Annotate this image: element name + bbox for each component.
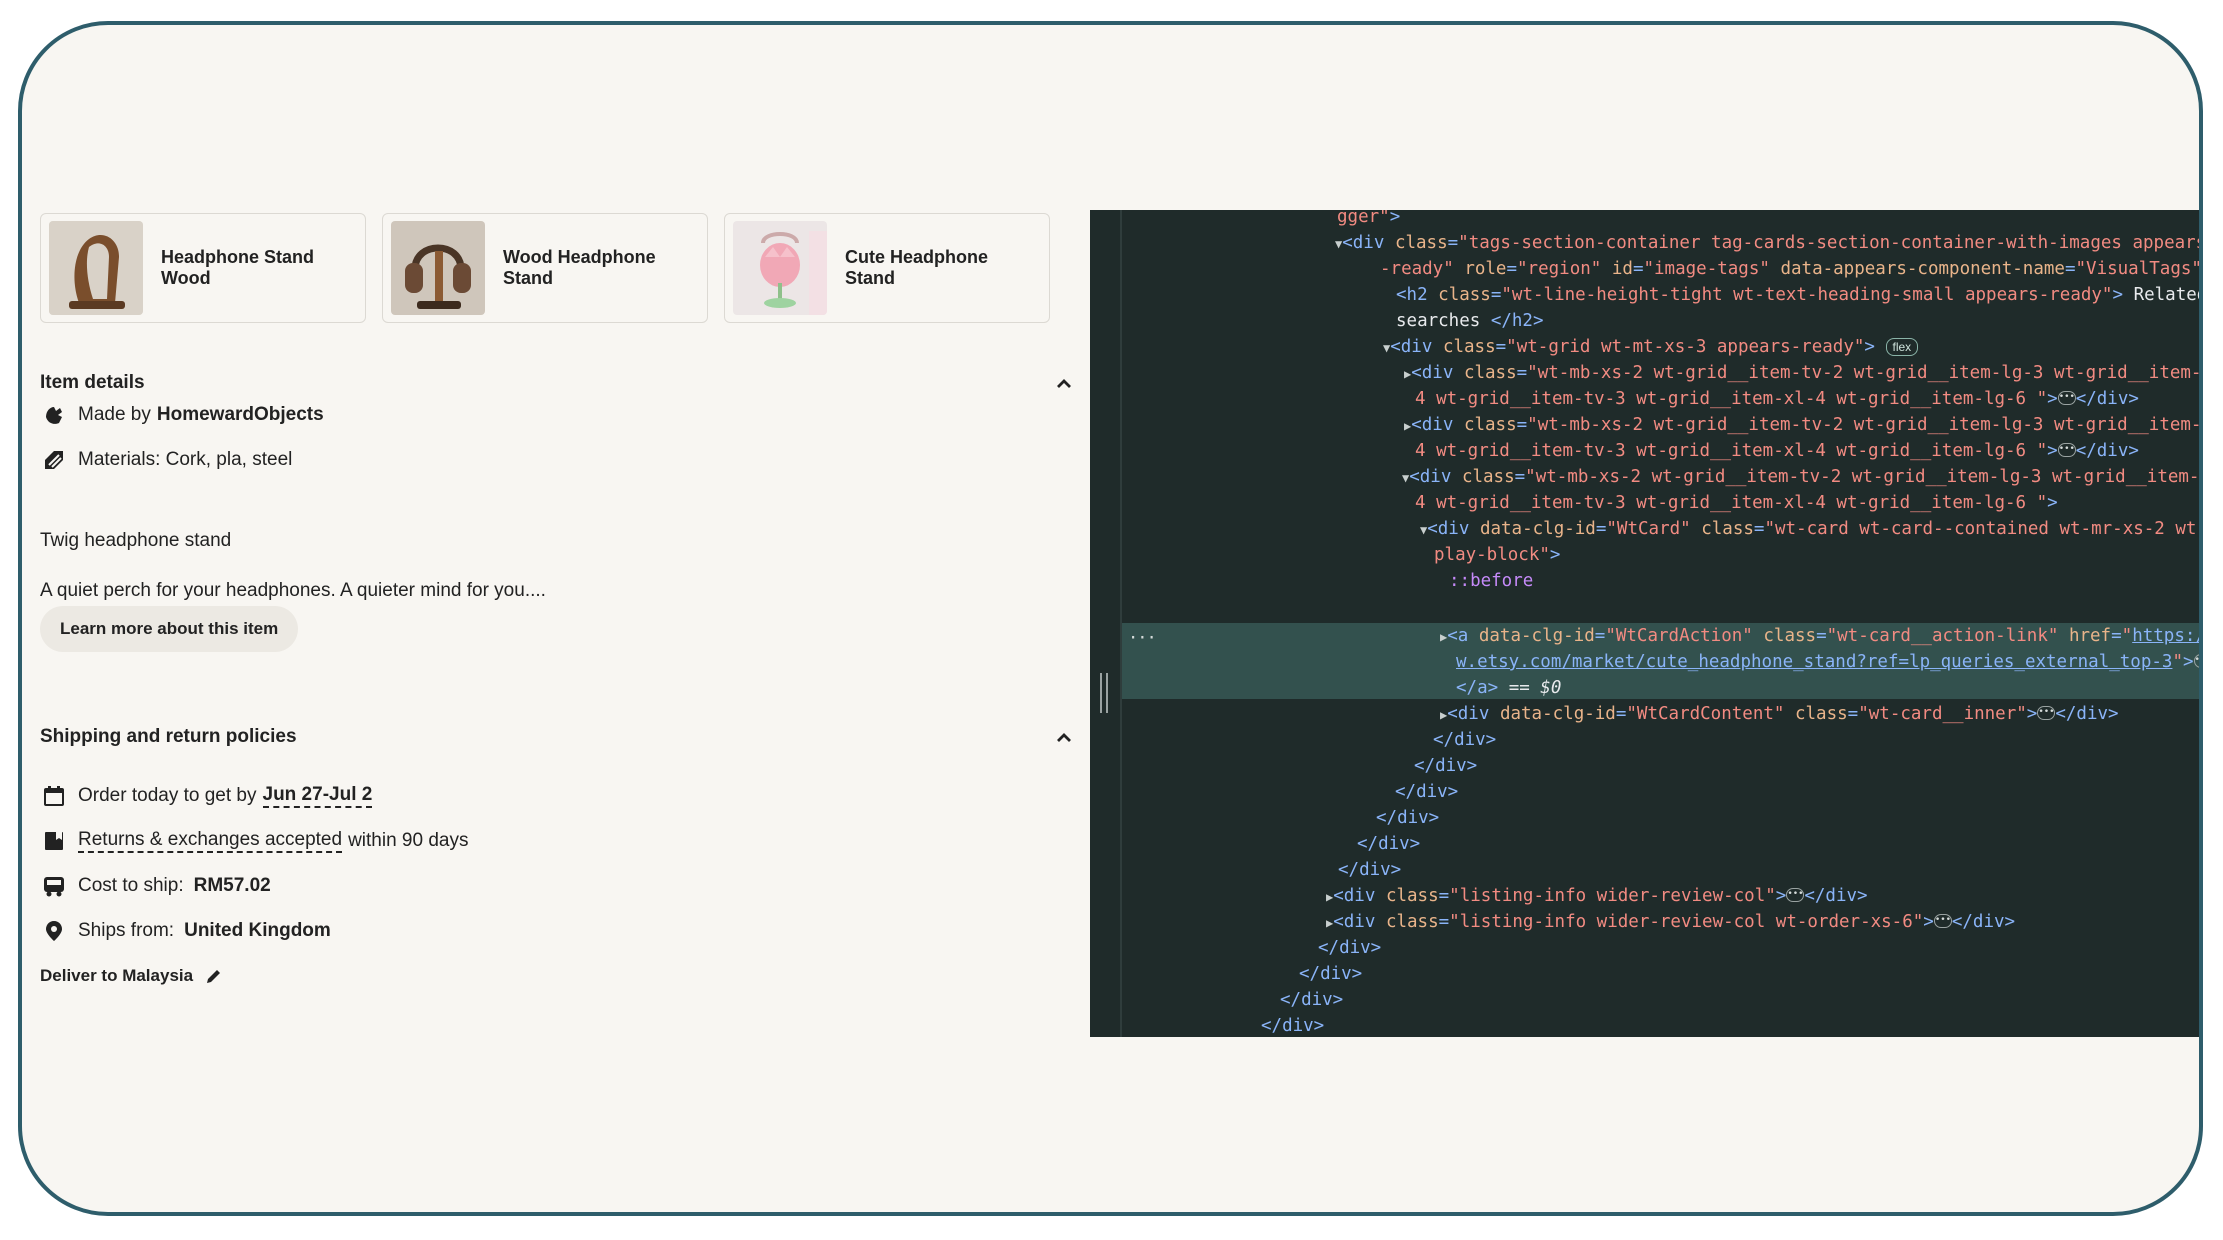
tag-card[interactable]: Headphone Stand Wood [40, 213, 366, 323]
listing-panel: Headphone Stand Wood Wood Headphone Stan… [22, 25, 1082, 1212]
cost-row: Cost to ship: RM57.02 [40, 872, 271, 900]
tag-thumbnail [733, 221, 827, 315]
item-description: A quiet perch for your headphones. A qui… [40, 580, 546, 601]
ships-from-value: United Kingdom [184, 920, 331, 941]
dom-line[interactable]: ▶<div class="listing-info wider-review-c… [1326, 883, 1868, 910]
dom-line: </div> [1261, 1016, 1325, 1036]
dom-line: 4 wt-grid__item-tv-3 wt-grid__item-xl-4 … [1415, 389, 2139, 409]
dom-line[interactable]: ▼<div class="wt-grid wt-mt-xs-3 appears-… [1383, 334, 1919, 361]
node-actions-icon[interactable]: ··· [1128, 628, 1157, 648]
related-searches: Headphone Stand Wood Wood Headphone Stan… [40, 213, 1050, 323]
flex-badge[interactable]: flex [1885, 338, 1919, 356]
tag-label: Wood Headphone Stand [503, 247, 656, 288]
dom-line: 4 wt-grid__item-tv-3 wt-grid__item-xl-4 … [1415, 493, 2058, 513]
returns-suffix: within 90 days [348, 830, 469, 851]
learn-more-button[interactable]: Learn more about this item [40, 606, 299, 652]
deliver-to-button[interactable]: Deliver to Malaysia [40, 966, 223, 986]
dom-line[interactable]: ▶<div class="wt-mb-xs-2 wt-grid__item-tv… [1404, 412, 2199, 439]
order-prefix: Order today to get by [78, 785, 257, 806]
dom-line: </a> == $0 [1456, 678, 1562, 698]
item-details-header[interactable]: Item details [40, 371, 1076, 395]
returns-row: Returns & exchanges accepted within 90 d… [40, 827, 468, 855]
dom-line: </div> [1338, 860, 1402, 880]
ships-from-label: Ships from: [78, 920, 175, 941]
ships-from-row: Ships from: United Kingdom [40, 917, 331, 945]
return-box-icon [40, 827, 68, 855]
collapsed-ellipsis-icon[interactable]: ••• [2193, 654, 2199, 668]
dom-line: </div> [1318, 938, 1382, 958]
dom-line[interactable]: ▼<div class="tags-section-container tag-… [1335, 230, 2199, 257]
dom-line: </div> [1357, 834, 1421, 854]
dom-line[interactable]: gger"> [1337, 210, 1400, 230]
dom-line[interactable]: <h2 class="wt-line-height-tight wt-text-… [1396, 282, 2199, 308]
panel-resize-handle[interactable] [1100, 673, 1108, 713]
hand-icon [40, 401, 68, 429]
materials-row: Materials: Cork, pla, steel [40, 446, 292, 474]
tag-label: Headphone Stand Wood [161, 247, 315, 288]
tag-thumbnail [49, 221, 143, 315]
pencil-icon [205, 967, 223, 985]
dom-line: play-block"> [1434, 545, 1561, 565]
collapsed-ellipsis-icon[interactable]: ••• [2057, 391, 2076, 405]
returns-link[interactable]: Returns & exchanges accepted [78, 829, 343, 853]
shipping-heading: Shipping and return policies [40, 726, 297, 747]
collapsed-ellipsis-icon[interactable]: ••• [2037, 706, 2056, 720]
dom-line: 4 wt-grid__item-tv-3 wt-grid__item-xl-4 … [1415, 441, 2139, 461]
dom-line: </div> [1395, 782, 1459, 802]
materials-icon [40, 446, 68, 474]
dom-line[interactable]: ▶<div data-clg-id="WtCardContent" class=… [1440, 701, 2119, 728]
devtools-elements-panel[interactable]: ··· gger"> ▼<div class="tags-section-con… [1090, 210, 2202, 1037]
dom-line[interactable]: w.etsy.com/market/cute_headphone_stand?r… [1456, 649, 2199, 675]
tag-label: Cute Headphone Stand [845, 247, 989, 288]
dom-line: </div> [1299, 964, 1363, 984]
item-title: Twig headphone stand [40, 530, 232, 551]
dom-line: </div> [1414, 756, 1478, 776]
dom-line: searches </h2> [1396, 311, 1544, 331]
tag-card[interactable]: Cute Headphone Stand [724, 213, 1050, 323]
deliver-to-label: Deliver to Malaysia [40, 966, 194, 985]
collapsed-ellipsis-icon[interactable]: ••• [1933, 914, 1952, 928]
truck-icon [40, 872, 68, 900]
dom-line: -ready" role="region" id="image-tags" da… [1380, 259, 2202, 279]
shipping-header[interactable]: Shipping and return policies [40, 725, 1076, 749]
screen-frame: Headphone Stand Wood Wood Headphone Stan… [18, 21, 2203, 1216]
dom-line: </div> [1280, 990, 1344, 1010]
made-by-row: Made by HomewardObjects [40, 401, 324, 429]
materials-text: Materials: Cork, pla, steel [78, 449, 293, 470]
made-by-prefix: Made by [78, 404, 151, 425]
item-details-heading: Item details [40, 372, 145, 393]
dom-line[interactable]: ▶<div class="listing-info wider-review-c… [1326, 909, 2015, 936]
cost-value: RM57.02 [193, 875, 271, 896]
maker-link[interactable]: HomewardObjects [157, 404, 324, 426]
dom-line[interactable]: ▶<div class="wt-mb-xs-2 wt-grid__item-tv… [1404, 360, 2199, 387]
tag-card[interactable]: Wood Headphone Stand [382, 213, 708, 323]
chevron-up-icon[interactable] [1052, 725, 1076, 749]
dom-line[interactable]: ▼<div class="wt-mb-xs-2 wt-grid__item-tv… [1402, 464, 2199, 491]
dom-line: </div> [1376, 808, 1440, 828]
delivery-dates[interactable]: Jun 27-Jul 2 [262, 784, 373, 808]
tag-thumbnail [391, 221, 485, 315]
dom-line-selected[interactable]: ▶<a data-clg-id="WtCardAction" class="wt… [1440, 623, 2199, 650]
dom-line[interactable]: ▼<div data-clg-id="WtCard" class="wt-car… [1420, 516, 2199, 543]
location-pin-icon [40, 917, 68, 945]
collapsed-ellipsis-icon[interactable]: ••• [2057, 443, 2076, 457]
dom-line: </div> [1433, 730, 1497, 750]
dom-line[interactable]: ::before [1449, 568, 1533, 594]
collapsed-ellipsis-icon[interactable]: ••• [1786, 888, 1805, 902]
cost-label: Cost to ship: [78, 875, 184, 896]
devtools-gutter [1090, 210, 1122, 1037]
calendar-icon [40, 782, 68, 810]
delivery-date-row: Order today to get by Jun 27-Jul 2 [40, 782, 373, 810]
chevron-up-icon[interactable] [1052, 371, 1076, 395]
